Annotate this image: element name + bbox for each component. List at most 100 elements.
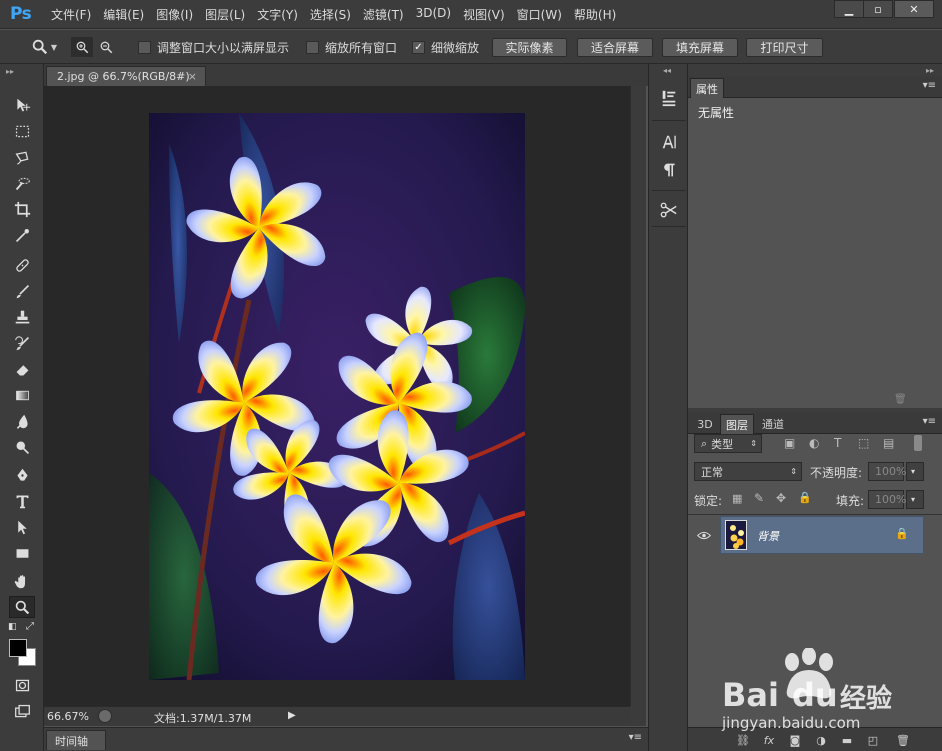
blur-tool[interactable] [9,410,35,432]
fill-input[interactable]: 100% [868,490,906,509]
resize-windows-option[interactable]: 调整窗口大小以满屏显示 [138,37,289,57]
lasso-tool[interactable] [9,146,35,168]
zoom-in-button[interactable] [71,37,93,57]
zoom-tool-preset[interactable]: ▼ [24,37,64,57]
status-menu-arrow-icon[interactable]: ▶ [288,710,296,721]
arrow-select-icon [17,520,27,534]
history-brush-tool[interactable] [9,332,35,354]
brush-tool[interactable] [9,280,35,302]
dock-collapse-icon[interactable]: ◂◂ [663,66,671,75]
lock-transparent-icon[interactable]: ▦ [732,492,742,505]
fit-screen-button[interactable]: 适合屏幕 [577,38,653,57]
tool-presets-button[interactable] [657,198,681,222]
pixel-filter-icon[interactable]: ▣ [784,436,795,450]
menu-view[interactable]: 视图(V) [457,6,511,23]
minimize-button[interactable]: ▁ [834,0,864,18]
crop-tool[interactable] [9,198,35,220]
menu-window[interactable]: 窗口(W) [511,6,568,23]
properties-panel-menu-icon[interactable]: ▾≡ [923,80,936,91]
eraser-tool[interactable] [9,358,35,380]
tab-3d[interactable]: 3D [692,414,718,434]
marquee-tool[interactable] [9,120,35,142]
menu-type[interactable]: 文字(Y) [251,6,304,23]
opacity-dropdown-icon[interactable]: ▾ [906,462,924,481]
menu-help[interactable]: 帮助(H) [568,6,622,23]
swap-colors-icon[interactable]: ⤢ [26,621,34,632]
actual-pixels-button[interactable]: 实际像素 [492,38,567,57]
timeline-tab[interactable]: 时间轴 [46,730,106,750]
move-tool[interactable] [9,94,35,116]
lock-position-icon[interactable]: ✥ [776,491,786,505]
layer-name[interactable]: 背景 [757,528,779,544]
fill-dropdown-icon[interactable]: ▾ [906,490,924,509]
foreground-color-swatch[interactable] [9,639,27,657]
blend-mode-select[interactable]: 正常 ⇕ [694,462,802,481]
type-filter-icon[interactable]: T [834,436,841,450]
lock-pixels-icon[interactable]: ✎ [754,491,764,505]
tab-properties[interactable]: 属性 [690,78,724,98]
scrubby-zoom-option[interactable]: ✓ 细微缩放 [412,37,479,57]
layer-row-background[interactable]: 背景 🔒 [720,516,924,554]
fill-screen-button[interactable]: 填充屏幕 [662,38,738,57]
print-size-button[interactable]: 打印尺寸 [746,38,823,57]
clone-stamp-tool[interactable] [9,306,35,328]
adjustment-filter-icon[interactable]: ◐ [809,436,819,450]
path-selection-tool[interactable] [9,516,35,538]
filter-kind-select[interactable]: ⌕ 类型 ⇕ [694,434,762,453]
restore-button[interactable]: ▫ [863,0,893,18]
tab-channels[interactable]: 通道 [756,414,790,434]
layer-visibility-toggle[interactable] [688,516,720,554]
zoom-level[interactable]: 66.67% [47,710,93,723]
watermark-brand: Bai [722,676,779,714]
history-panel-button[interactable] [657,86,681,110]
smart-object-filter-icon[interactable]: ▤ [883,436,894,450]
toolbox-collapse-icon[interactable]: ▸▸ [6,67,14,76]
vertical-scrollbar[interactable] [630,86,646,706]
screen-mode-button[interactable] [9,700,35,722]
scrubby-zoom-checkbox[interactable]: ✓ [412,40,425,54]
filter-toggle-switch[interactable] [914,435,922,451]
opacity-input[interactable]: 100% [868,462,906,481]
zoom-all-checkbox[interactable] [306,40,319,54]
quick-selection-tool[interactable] [9,172,35,194]
paragraph-panel-button[interactable] [657,158,681,182]
pen-tool[interactable] [9,464,35,486]
magnifier-icon [15,600,29,614]
tab-layers[interactable]: 图层 [720,414,754,434]
menu-layer[interactable]: 图层(L) [199,6,251,23]
menu-file[interactable]: 文件(F) [45,6,97,23]
resize-windows-checkbox[interactable] [138,40,151,54]
quick-mask-button[interactable] [9,674,35,696]
dodge-tool[interactable] [9,436,35,458]
right-dock-collapse-icon[interactable]: ▸▸ [926,66,934,75]
default-colors-icon[interactable]: ◧ [8,622,17,632]
lock-all-icon[interactable]: 🔒 [798,491,812,504]
menu-select[interactable]: 选择(S) [304,6,357,23]
eyedropper-tool[interactable] [9,224,35,246]
document-tab[interactable]: 2.jpg @ 66.7%(RGB/8#) × [46,66,206,86]
zoom-tool[interactable] [9,596,35,618]
gradient-tool[interactable] [9,384,35,406]
healing-brush-tool[interactable] [9,254,35,276]
photo-frangipani[interactable] [149,113,525,680]
shape-tool[interactable] [9,542,35,564]
close-tab-icon[interactable]: × [188,70,197,83]
hand-tool[interactable] [9,570,35,592]
character-panel-button[interactable] [657,130,681,154]
trash-icon[interactable]: 🗑 [894,394,907,405]
zoom-out-button[interactable] [95,37,117,57]
menu-edit[interactable]: 编辑(E) [97,6,150,23]
gradient-icon [15,390,29,400]
status-info-icon[interactable] [98,709,112,723]
menu-image[interactable]: 图像(I) [150,6,199,23]
timeline-menu-icon[interactable]: ▾≡ [629,732,642,743]
type-tool[interactable] [9,490,35,512]
zoom-all-option[interactable]: 缩放所有窗口 [306,37,397,57]
dock-separator [652,226,686,227]
shape-filter-icon[interactable]: ⬚ [858,436,869,450]
rect-marquee-icon [15,125,29,137]
layers-panel-menu-icon[interactable]: ▾≡ [923,416,936,427]
menu-3d[interactable]: 3D(D) [410,6,457,23]
menu-filter[interactable]: 滤镜(T) [357,6,410,23]
close-window-button[interactable]: ✕ [894,0,934,18]
